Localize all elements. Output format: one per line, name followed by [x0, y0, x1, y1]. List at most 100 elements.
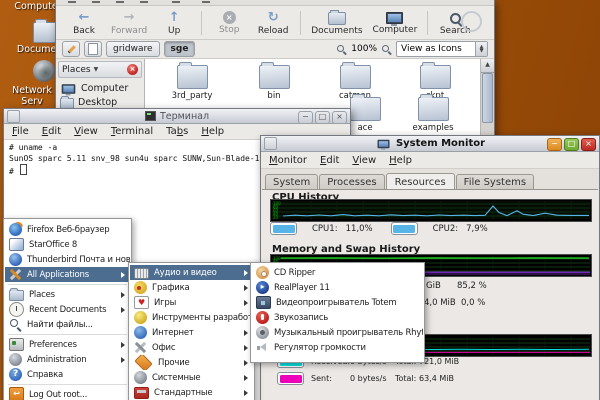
menu-item-label: Preferences	[29, 340, 77, 350]
menu-item-sound-recorder[interactable]: Звукозапись	[252, 310, 423, 325]
system-monitor-titlebar[interactable]: System Monitor − □ ×	[261, 136, 599, 152]
menu-item-system[interactable]: Системные	[130, 370, 253, 385]
sidebar-header[interactable]: Places ▼ ×	[58, 61, 142, 78]
scroll-up-icon[interactable]: ▲	[481, 59, 494, 73]
close-button[interactable]: ×	[332, 111, 347, 124]
folder-label: 3rd_party	[160, 91, 224, 101]
menu-item-graphics[interactable]: Графика	[130, 280, 253, 295]
menu-item-recent-documents[interactable]: Recent Documents	[5, 302, 130, 317]
menu-item-other[interactable]: Прочие	[130, 355, 253, 370]
stop-button[interactable]: × Stop	[207, 10, 251, 35]
up-button[interactable]: ↑ Up	[152, 10, 196, 36]
folder-3rd_party[interactable]: 3rd_party	[160, 65, 224, 101]
edit-location-button[interactable]	[62, 41, 80, 57]
menu-item-places[interactable]: Places	[5, 287, 130, 302]
computer-button[interactable]: Computer	[368, 10, 423, 35]
documents-button[interactable]: Documents	[306, 9, 367, 36]
folder-icon	[9, 290, 24, 301]
memory-percent: 85,2 %	[457, 281, 487, 291]
menu-separator	[8, 384, 127, 385]
menu-view[interactable]: View	[352, 155, 376, 166]
menu-item-games[interactable]: Игры	[130, 295, 253, 310]
sidebar-item-computer[interactable]: Computer	[56, 81, 144, 95]
folder-icon	[177, 65, 208, 89]
crumb-sge[interactable]: sge	[164, 41, 196, 57]
applications-icon	[9, 268, 22, 281]
zoom-in-icon[interactable]	[381, 44, 392, 55]
menu-item-thunderbird[interactable]: Thunderbird Почта и новости	[5, 252, 130, 267]
crumb-gridware[interactable]: gridware	[106, 41, 160, 57]
back-label: Back	[73, 26, 95, 36]
zoom-out-icon[interactable]	[336, 44, 347, 55]
menu-item-label: Интернет	[152, 328, 194, 338]
menu-item-firefox[interactable]: Firefox Веб-браузер	[5, 222, 130, 237]
cpu1-value: 11,0%	[346, 224, 373, 234]
pencil-icon	[67, 45, 75, 53]
folder-bin[interactable]: bin	[242, 65, 306, 101]
menu-item-staroffice[interactable]: StarOffice 8	[5, 237, 130, 252]
menu-item-rhythmbox[interactable]: Музыкальный проигрыватель Rhythmbox	[252, 325, 423, 340]
menu-separator	[8, 284, 127, 285]
menu-help[interactable]: Help	[201, 126, 224, 137]
menu-help[interactable]: Help	[389, 155, 412, 166]
window-menu-icon[interactable]	[7, 110, 20, 123]
menu-edit[interactable]: Edit	[320, 155, 339, 166]
view-mode-select[interactable]: View as Icons ▲▼	[396, 41, 488, 57]
folder-icon	[340, 65, 371, 89]
menu-item-totem[interactable]: Видеопроигрыватель Totem	[252, 295, 423, 310]
back-button[interactable]: ← Back	[62, 10, 106, 36]
folder-ckpt[interactable]: ckpt	[403, 65, 467, 101]
menu-item-cd-ripper[interactable]: CD Ripper	[252, 265, 423, 280]
menu-item-internet[interactable]: Интернет	[130, 325, 253, 340]
memory-unit-fragment: GiB	[426, 281, 441, 291]
menu-item-label: Log Out root...	[29, 390, 87, 400]
menu-item-find-files[interactable]: Найти файлы...	[5, 317, 130, 332]
folder-examples[interactable]: examples	[401, 97, 465, 133]
menu-item-volume-control[interactable]: Регулятор громкости	[252, 340, 423, 355]
menu-item-label: Справка	[27, 370, 63, 380]
window-menu-icon[interactable]	[264, 137, 277, 150]
monitor-icon	[378, 140, 390, 148]
menu-monitor[interactable]: Monitor	[269, 155, 307, 166]
network-globe-icon[interactable]	[33, 60, 55, 82]
root-crumb-button[interactable]	[84, 41, 102, 57]
menu-edit[interactable]: Edit	[42, 126, 61, 137]
maximize-button[interactable]: □	[315, 111, 330, 124]
menu-view[interactable]: View	[74, 126, 98, 137]
menu-item-realplayer[interactable]: RealPlayer 11	[252, 280, 423, 295]
menu-tabs[interactable]: Tabs	[166, 126, 188, 137]
forward-button[interactable]: → Forward	[106, 10, 152, 36]
close-button[interactable]: ×	[581, 138, 596, 151]
sidebar-item-desktop[interactable]: Desktop	[56, 95, 144, 109]
search-icon	[9, 318, 22, 331]
cpu-history-graph: 100 80 60 40 20	[270, 199, 592, 222]
sidebar-close-icon[interactable]: ×	[127, 64, 138, 75]
minimize-button[interactable]: −	[298, 111, 313, 124]
tab-processes[interactable]: Processes	[319, 174, 384, 190]
desktop-icon-network[interactable]: Network Serv	[1, 85, 63, 107]
menu-item-office[interactable]: Офис	[130, 340, 253, 355]
tab-file-systems[interactable]: File Systems	[456, 174, 534, 190]
menu-item-logout[interactable]: Log Out root...	[5, 387, 130, 400]
menu-item-administration[interactable]: Administration	[5, 352, 130, 367]
menu-item-label: Recent Documents	[29, 305, 106, 315]
menu-item-accessories[interactable]: Стандартные	[130, 385, 253, 400]
menu-item-audio-video[interactable]: Аудио и видео	[130, 265, 253, 280]
submenu-arrow-icon	[244, 360, 248, 366]
minimize-button[interactable]: −	[547, 138, 562, 151]
terminal-icon	[145, 111, 156, 121]
menu-file[interactable]: File	[12, 126, 29, 137]
scrollbar-thumb[interactable]	[482, 73, 493, 123]
reload-button[interactable]: ↻ Reload	[251, 10, 295, 36]
maximize-button[interactable]: □	[564, 138, 579, 151]
menu-terminal[interactable]: Terminal	[111, 126, 153, 137]
menu-item-all-applications[interactable]: All Applications	[5, 267, 130, 282]
menu-item-preferences[interactable]: Preferences	[5, 337, 130, 352]
sidebar-header-label: Places	[62, 65, 91, 75]
terminal-titlebar[interactable]: Терминал − □ ×	[4, 109, 350, 124]
menu-item-help[interactable]: Справка	[5, 367, 130, 382]
tab-system[interactable]: System	[265, 174, 318, 190]
record-icon	[256, 311, 269, 324]
view-mode-stepper[interactable]: ▲▼	[475, 42, 487, 56]
menu-item-development[interactable]: Инструменты разработки	[130, 310, 253, 325]
